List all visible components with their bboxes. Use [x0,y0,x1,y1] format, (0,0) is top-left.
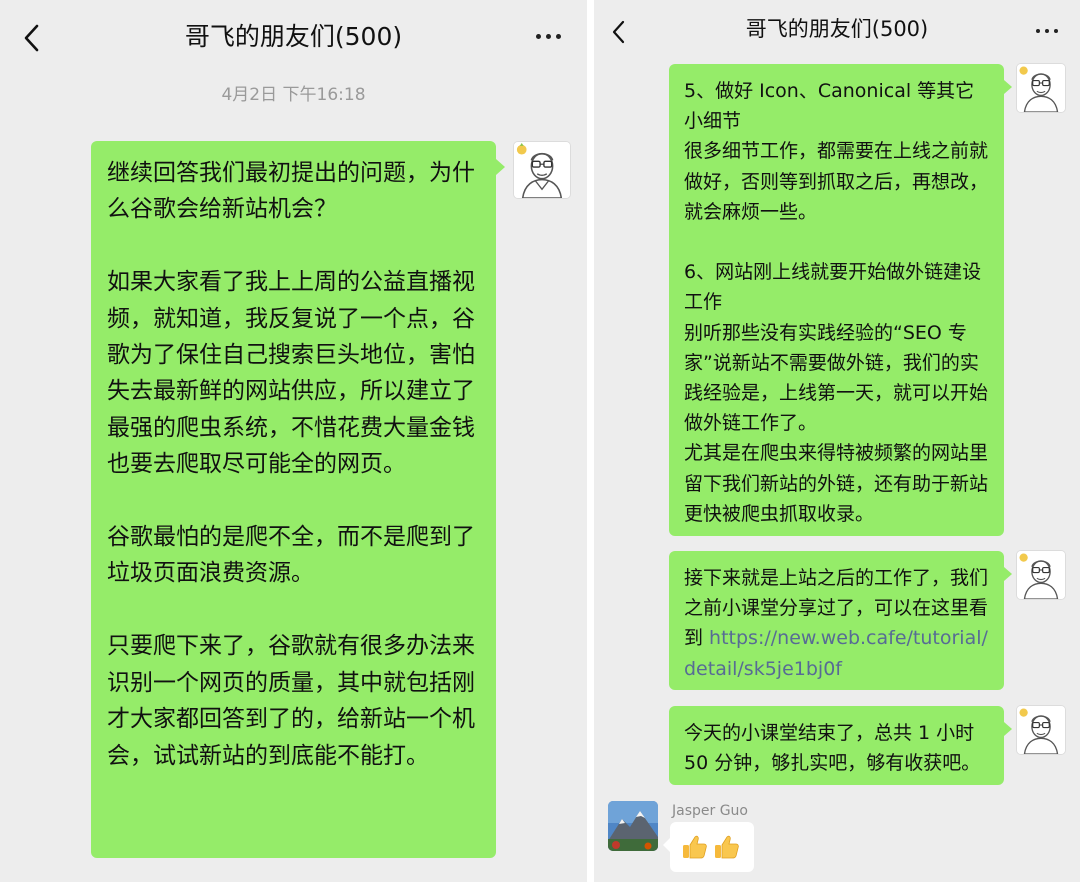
message-bubble[interactable]: 继续回答我们最初提出的问题，为什么谷歌会给新站机会？ 如果大家看了我上上周的公益… [91,141,505,858]
message-bubble[interactable]: 5、做好 Icon、Canonical 等其它小细节 很多细节工作，都需要在上线… [669,64,1012,536]
message-bubble-with-link[interactable]: 接下来就是上站之后的工作了，我们之前小课堂分享过了，可以在这里看到 https:… [669,551,1012,690]
thumbs-up-icon [680,833,708,861]
cartoon-avatar-icon[interactable] [1016,63,1066,113]
ellipsis-icon[interactable] [536,34,561,39]
message-timestamp: 4月2日 下午16:18 [221,85,366,105]
chat-screen-left: 哥飞的朋友们(500) 4月2日 下午16:18 继续回答我们最初提出的问题，为… [0,0,587,882]
thumbs-up-icon [712,833,740,861]
cartoon-avatar-icon[interactable] [1016,550,1066,600]
chat-title: 哥飞的朋友们(500) [745,17,929,41]
friend-reaction-bubble[interactable] [663,822,754,872]
tutorial-link[interactable]: https://new.web.cafe/tutorial/detail/sk5… [684,627,988,679]
chat-screen-right: 哥飞的朋友们(500) 5、做好 Icon、Canonical 等其它小细节 很… [594,0,1080,882]
mountain-photo-avatar-icon[interactable] [608,801,658,851]
ellipsis-icon[interactable] [1036,29,1058,33]
chat-title: 哥飞的朋友们(500) [184,22,403,51]
cartoon-avatar-icon[interactable] [1016,705,1066,755]
cartoon-avatar-icon[interactable] [513,141,571,199]
sender-name: Jasper Guo [672,803,748,819]
message-bubble[interactable]: 今天的小课堂结束了，总共 1 小时 50 分钟，够扎实吧，够有收获吧。 [669,706,1012,785]
